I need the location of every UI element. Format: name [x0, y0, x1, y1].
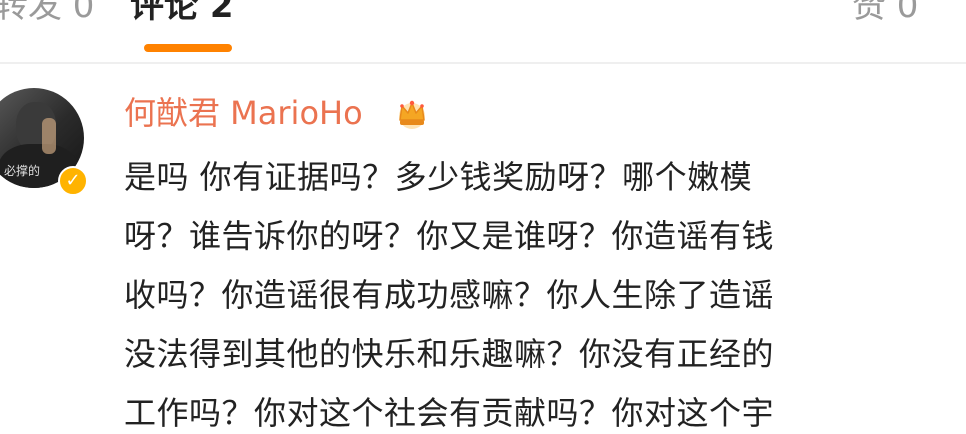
crown-icon [399, 100, 425, 129]
comment-line: 是吗 你有证据吗？多少钱奖励呀？哪个嫩模 [124, 158, 753, 196]
comment-line: 工作吗？你对这个社会有贡献吗？你对这个宇 [124, 394, 775, 432]
tab-bar: 转发 0 评论 2 赞 0 [0, 0, 966, 62]
comment-line: 呀？谁告诉你的呀？你又是谁呀？你造谣有钱 [124, 217, 775, 255]
avatar-watermark: 必撑的 [4, 164, 41, 178]
active-tab-indicator [144, 44, 232, 52]
comment-line: 收吗？你造谣很有成功感嘛？你人生除了造谣 [124, 276, 775, 314]
tab-comments[interactable]: 评论 2 [130, 0, 234, 26]
comment-username[interactable]: 何猷君 MarioHo [124, 94, 363, 132]
comment-line: 没法得到其他的快乐和乐趣嘛？你没有正经的 [124, 335, 775, 373]
tab-repost[interactable]: 转发 0 [0, 0, 94, 26]
comment-text: 是吗 你有证据吗？多少钱奖励呀？哪个嫩模 呀？谁告诉你的呀？你又是谁呀？你造谣有… [124, 148, 944, 434]
divider [0, 62, 966, 64]
weibo-comment-view: 转发 0 评论 2 赞 0 必撑的 ✓ 何猷君 MarioHo 是吗 你有证据吗… [0, 0, 966, 434]
tab-likes[interactable]: 赞 0 [852, 0, 918, 26]
verified-badge-icon: ✓ [58, 166, 88, 196]
avatar-hand-shape [42, 118, 56, 154]
